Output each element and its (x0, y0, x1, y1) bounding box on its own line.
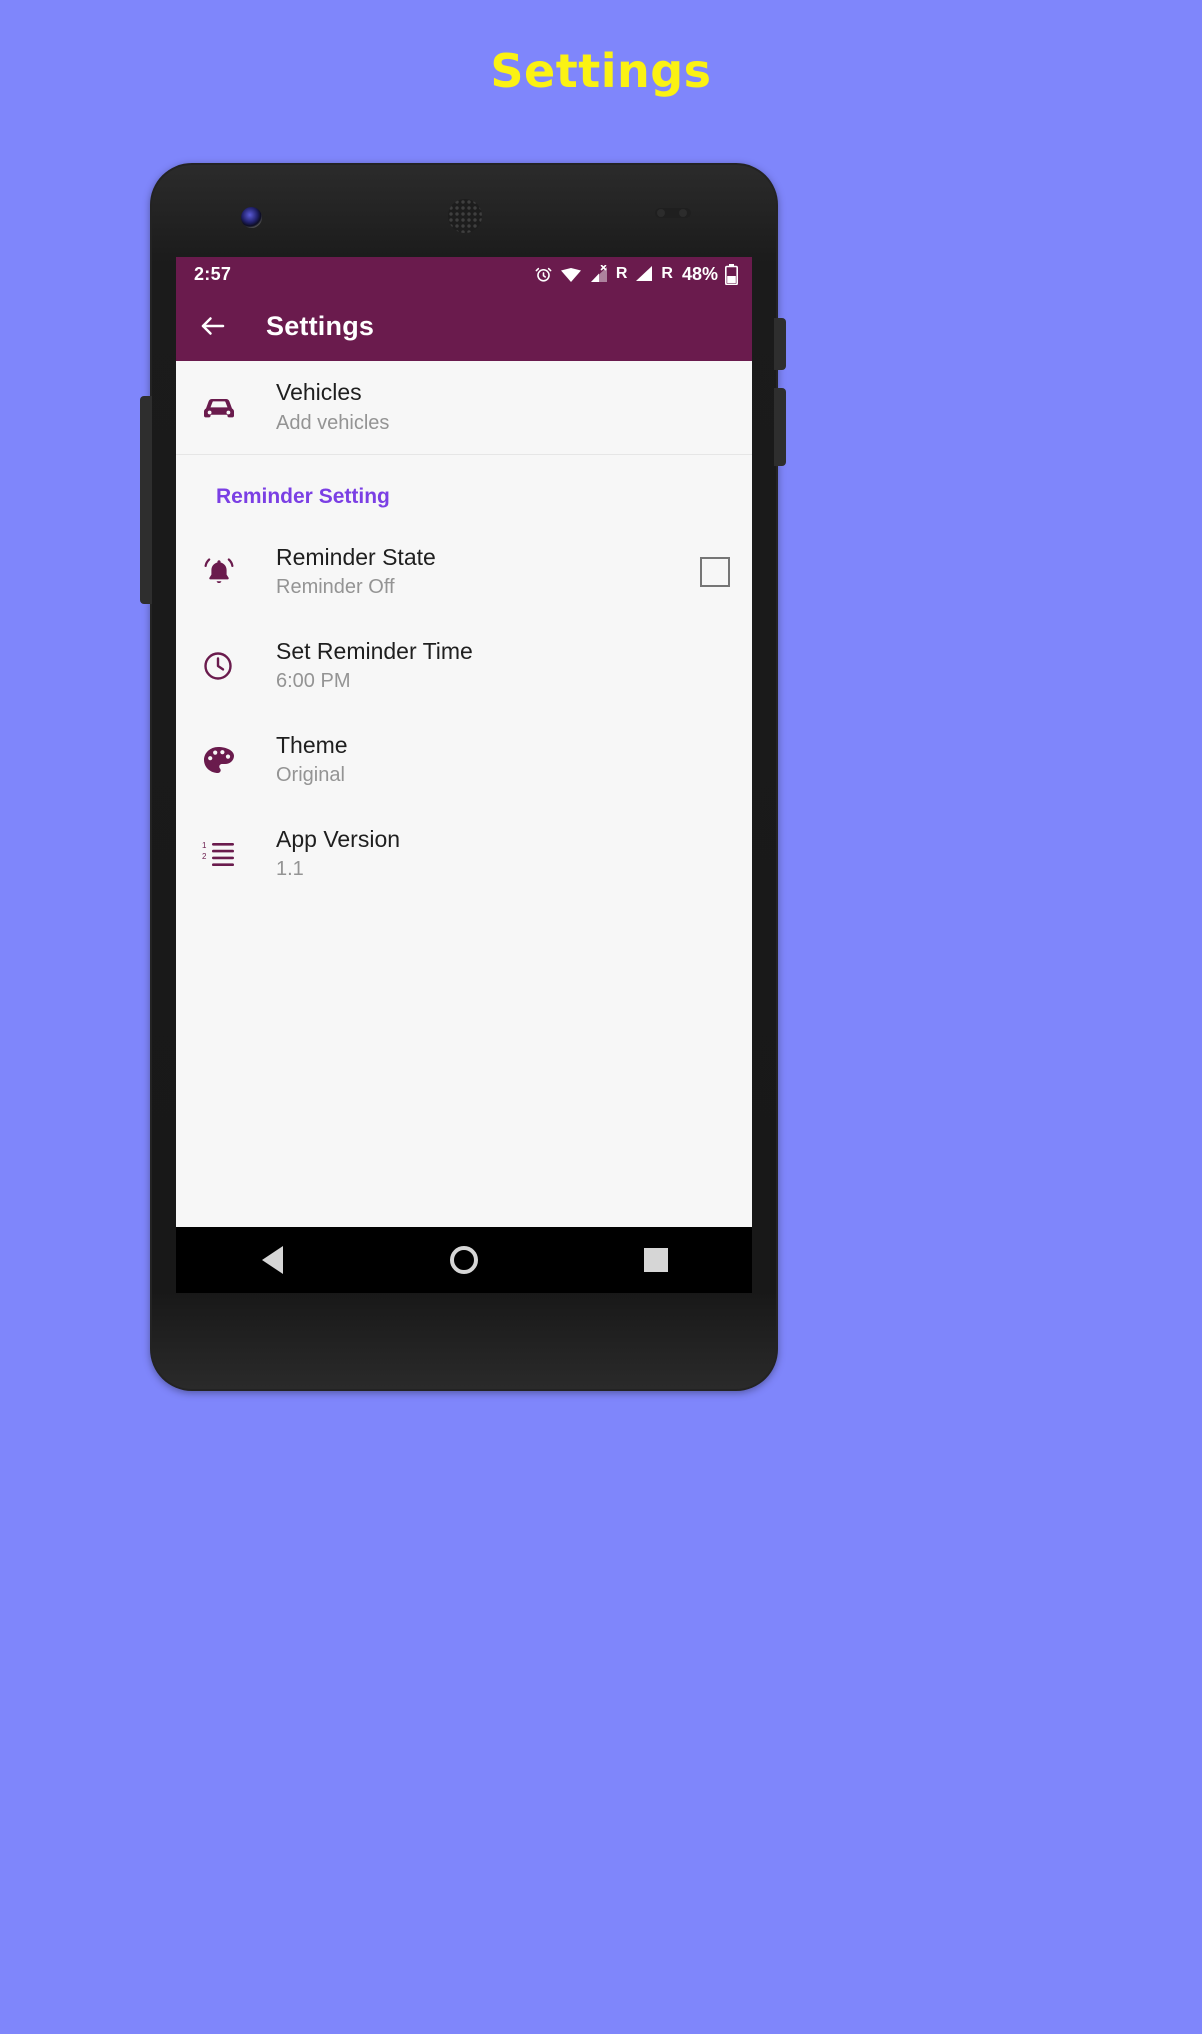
battery-icon (725, 263, 738, 285)
settings-row-reminder-state[interactable]: Reminder State Reminder Off (176, 525, 752, 619)
status-time: 2:57 (194, 263, 232, 284)
svg-text:2: 2 (202, 852, 207, 861)
nav-back-button[interactable] (176, 1246, 368, 1274)
row-subtitle: Original (276, 764, 345, 787)
page-root: Settings 2:57 R R 48% Settings Vehicles … (0, 0, 1202, 2034)
row-title: Vehicles (276, 379, 362, 406)
mobile-signal-off-icon (589, 264, 609, 284)
row-title: Theme (276, 731, 348, 758)
clock-icon (202, 650, 262, 682)
nav-home-icon (450, 1246, 478, 1274)
proximity-sensor-icon (655, 208, 691, 218)
page-title: Settings (490, 44, 712, 98)
svg-text:1: 1 (202, 841, 207, 850)
earpiece-speaker-icon (448, 199, 482, 233)
app-bar-title: Settings (266, 310, 375, 341)
android-nav-bar (176, 1227, 752, 1293)
row-subtitle: 1.1 (276, 858, 304, 881)
status-bar: 2:57 R R 48% (176, 257, 752, 291)
settings-row-set-reminder-time[interactable]: Set Reminder Time 6:00 PM (176, 619, 752, 713)
settings-row-text: Theme Original (262, 731, 730, 790)
nav-recents-icon (644, 1248, 668, 1272)
settings-row-text: Set Reminder Time 6:00 PM (262, 637, 730, 696)
palette-icon (202, 745, 262, 775)
settings-row-text: Reminder State Reminder Off (262, 543, 700, 602)
sim-tray (140, 396, 152, 604)
roaming-letter-2: R (661, 265, 673, 282)
row-subtitle: Add vehicles (276, 411, 390, 434)
nav-recents-button[interactable] (560, 1248, 752, 1272)
front-camera-icon (241, 207, 262, 228)
app-bar: Settings (176, 291, 752, 361)
row-subtitle: Reminder Off (276, 576, 395, 599)
car-icon (202, 395, 262, 421)
power-button[interactable] (774, 388, 786, 466)
alarm-icon (534, 265, 553, 284)
row-title: Reminder State (276, 543, 436, 570)
phone-screen: 2:57 R R 48% Settings Vehicles Add vehic… (176, 257, 752, 1227)
settings-row-app-version[interactable]: 1 2 App Version 1.1 (176, 807, 752, 901)
settings-row-text: Vehicles Add vehicles (262, 378, 730, 437)
settings-list: Vehicles Add vehicles Reminder Setting R… (176, 361, 752, 1227)
back-arrow-icon[interactable] (198, 311, 228, 341)
settings-row-theme[interactable]: Theme Original (176, 713, 752, 807)
section-header-reminder-setting: Reminder Setting (216, 485, 390, 508)
reminder-state-checkbox[interactable] (700, 557, 730, 587)
mobile-signal-icon (634, 265, 654, 283)
status-icon-group: R R 48% (534, 263, 738, 285)
list-icon: 1 2 (202, 841, 262, 867)
settings-row-vehicles[interactable]: Vehicles Add vehicles (176, 361, 752, 455)
row-title: App Version (276, 825, 401, 852)
nav-back-icon (261, 1246, 283, 1274)
row-subtitle: 6:00 PM (276, 670, 351, 693)
wifi-icon (560, 266, 582, 283)
settings-row-text: App Version 1.1 (262, 825, 730, 884)
volume-button[interactable] (774, 318, 786, 370)
row-title: Set Reminder Time (276, 637, 473, 664)
nav-home-button[interactable] (368, 1246, 560, 1274)
battery-percent-label: 48% (681, 263, 718, 284)
roaming-letter: R (615, 265, 628, 282)
bell-icon (202, 555, 262, 589)
